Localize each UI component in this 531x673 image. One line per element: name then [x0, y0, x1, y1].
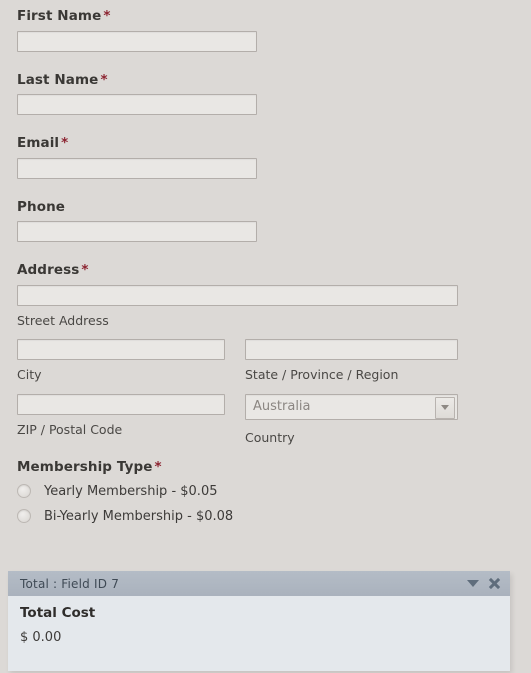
sub-label-country: Country: [245, 429, 295, 445]
membership-option-label: Yearly Membership - $0.05: [44, 483, 218, 499]
total-cost-value: $ 0.00: [20, 629, 62, 645]
address-row-zip-country: ZIP / Postal Code Australia Country: [0, 393, 531, 445]
membership-option-bi-yearly[interactable]: Bi-Yearly Membership - $0.08: [0, 504, 531, 529]
sub-label-zip: ZIP / Postal Code: [17, 421, 123, 437]
sub-label-state: State / Province / Region: [245, 367, 399, 382]
last-name-input[interactable]: [17, 94, 257, 115]
field-address: Address * Street Address: [0, 262, 531, 328]
radio-icon[interactable]: [17, 484, 31, 498]
sub-label-city: City: [17, 367, 42, 382]
total-panel: Total : Field ID 7 Total Cost $ 0.00: [8, 571, 510, 671]
membership-form: First Name * Last Name * Email * Phone Addr…: [0, 0, 531, 529]
field-membership-type: Membership Type *: [0, 459, 531, 479]
phone-input[interactable]: [17, 221, 257, 242]
email-input[interactable]: [17, 157, 257, 179]
required-asterisk: *: [100, 71, 108, 88]
sub-label-street-address: Street Address: [17, 312, 109, 328]
field-email: Email *: [0, 135, 531, 179]
total-panel-header[interactable]: Total : Field ID 7: [8, 571, 510, 596]
state-input[interactable]: [245, 339, 458, 360]
address-row-city-state: City State / Province / Region: [0, 339, 531, 382]
field-last-name: Last Name *: [0, 71, 531, 115]
total-panel-title: Total : Field ID 7: [20, 576, 120, 591]
label-last-name: Last Name *: [17, 71, 108, 88]
field-country: Australia Country: [245, 393, 458, 445]
required-asterisk: *: [154, 459, 162, 475]
city-input[interactable]: [17, 339, 225, 360]
label-membership-type: Membership Type *: [17, 459, 162, 475]
close-icon: [488, 577, 501, 590]
collapse-button[interactable]: [467, 580, 479, 587]
country-select-button[interactable]: [435, 396, 455, 419]
chevron-down-icon: [467, 580, 479, 587]
field-city: City: [17, 339, 225, 382]
street-address-input[interactable]: [17, 284, 458, 306]
label-first-name: First Name *: [17, 8, 111, 24]
close-button[interactable]: [488, 577, 501, 590]
chevron-down-icon: [441, 405, 449, 410]
label-phone: Phone: [17, 198, 66, 215]
required-asterisk: *: [81, 262, 89, 278]
first-name-input[interactable]: [17, 30, 257, 52]
field-first-name: First Name *: [0, 8, 531, 52]
radio-icon[interactable]: [17, 509, 31, 523]
total-cost-label: Total Cost: [20, 605, 96, 621]
required-asterisk: *: [61, 135, 69, 151]
total-panel-body: Total Cost $ 0.00: [8, 596, 510, 671]
label-address: Address *: [17, 262, 89, 278]
country-select[interactable]: Australia: [245, 393, 458, 420]
field-state: State / Province / Region: [245, 339, 458, 382]
field-phone: Phone: [0, 198, 531, 242]
required-asterisk: *: [103, 8, 111, 24]
zip-input[interactable]: [17, 393, 225, 415]
membership-option-yearly[interactable]: Yearly Membership - $0.05: [0, 479, 531, 504]
country-select-value: Australia: [253, 398, 311, 414]
label-email: Email *: [17, 135, 69, 151]
membership-option-label: Bi-Yearly Membership - $0.08: [44, 508, 234, 524]
field-zip: ZIP / Postal Code: [17, 393, 225, 445]
